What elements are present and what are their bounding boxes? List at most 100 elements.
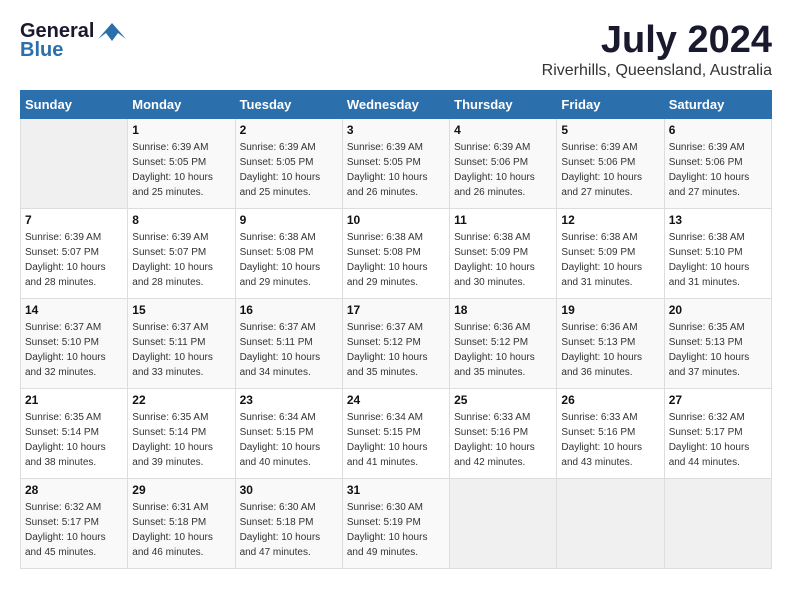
sunrise-text: Sunrise: 6:39 AM: [25, 232, 101, 243]
calendar-cell: 1Sunrise: 6:39 AMSunset: 5:05 PMDaylight…: [128, 118, 235, 208]
sunset-text: Sunset: 5:14 PM: [25, 427, 99, 438]
sunrise-text: Sunrise: 6:39 AM: [347, 142, 423, 153]
daylight-text: Daylight: 10 hours: [454, 172, 535, 183]
daylight-text: Daylight: 10 hours: [240, 532, 321, 543]
daylight-text: Daylight: 10 hours: [669, 262, 750, 273]
calendar-week-row: 7Sunrise: 6:39 AMSunset: 5:07 PMDaylight…: [21, 208, 772, 298]
calendar-cell: [557, 478, 664, 568]
sunset-text: Sunset: 5:13 PM: [669, 337, 743, 348]
sunset-text: Sunset: 5:09 PM: [454, 247, 528, 258]
day-number: 30: [240, 483, 338, 497]
sunset-text: Sunset: 5:19 PM: [347, 517, 421, 528]
calendar-cell: 24Sunrise: 6:34 AMSunset: 5:15 PMDayligh…: [342, 388, 449, 478]
header-row: Sunday Monday Tuesday Wednesday Thursday…: [21, 90, 772, 118]
day-number: 6: [669, 123, 767, 137]
sunrise-text: Sunrise: 6:39 AM: [132, 142, 208, 153]
daylight-text: Daylight: 10 hours: [561, 172, 642, 183]
daylight-text-2: and 29 minutes.: [347, 277, 418, 288]
header-wednesday: Wednesday: [342, 90, 449, 118]
logo-bird-icon: [98, 21, 126, 43]
day-info: Sunrise: 6:30 AMSunset: 5:19 PMDaylight:…: [347, 500, 445, 560]
daylight-text: Daylight: 10 hours: [454, 262, 535, 273]
daylight-text: Daylight: 10 hours: [454, 352, 535, 363]
day-info: Sunrise: 6:36 AMSunset: 5:13 PMDaylight:…: [561, 320, 659, 380]
sunset-text: Sunset: 5:17 PM: [25, 517, 99, 528]
sunrise-text: Sunrise: 6:30 AM: [240, 502, 316, 513]
calendar-week-row: 21Sunrise: 6:35 AMSunset: 5:14 PMDayligh…: [21, 388, 772, 478]
calendar-cell: 6Sunrise: 6:39 AMSunset: 5:06 PMDaylight…: [664, 118, 771, 208]
sunset-text: Sunset: 5:10 PM: [25, 337, 99, 348]
sunset-text: Sunset: 5:11 PM: [240, 337, 313, 348]
calendar-week-row: 14Sunrise: 6:37 AMSunset: 5:10 PMDayligh…: [21, 298, 772, 388]
daylight-text-2: and 33 minutes.: [132, 367, 203, 378]
daylight-text: Daylight: 10 hours: [132, 532, 213, 543]
sunrise-text: Sunrise: 6:38 AM: [669, 232, 745, 243]
calendar-cell: 3Sunrise: 6:39 AMSunset: 5:05 PMDaylight…: [342, 118, 449, 208]
sunrise-text: Sunrise: 6:35 AM: [25, 412, 101, 423]
day-info: Sunrise: 6:30 AMSunset: 5:18 PMDaylight:…: [240, 500, 338, 560]
daylight-text: Daylight: 10 hours: [347, 352, 428, 363]
daylight-text-2: and 30 minutes.: [454, 277, 525, 288]
sunset-text: Sunset: 5:15 PM: [347, 427, 421, 438]
sunset-text: Sunset: 5:06 PM: [454, 157, 528, 168]
daylight-text: Daylight: 10 hours: [132, 352, 213, 363]
calendar-cell: 12Sunrise: 6:38 AMSunset: 5:09 PMDayligh…: [557, 208, 664, 298]
day-info: Sunrise: 6:36 AMSunset: 5:12 PMDaylight:…: [454, 320, 552, 380]
day-number: 27: [669, 393, 767, 407]
day-number: 31: [347, 483, 445, 497]
day-info: Sunrise: 6:37 AM Sunset: 5:11 PM Daylight:…: [240, 320, 338, 380]
daylight-text-2: and 26 minutes.: [454, 187, 525, 198]
sunrise-text: Sunrise: 6:39 AM: [454, 142, 530, 153]
day-info: Sunrise: 6:38 AMSunset: 5:10 PMDaylight:…: [669, 230, 767, 290]
daylight-text: Daylight: 10 hours: [347, 172, 428, 183]
daylight-text-2: and 35 minutes.: [347, 367, 418, 378]
daylight-text: Daylight: 10 hours: [240, 262, 321, 273]
sunrise-text: Sunrise: 6:32 AM: [25, 502, 101, 513]
sunrise-text: Sunrise: 6:34 AM: [347, 412, 423, 423]
calendar-cell: 17Sunrise: 6:37 AMSunset: 5:12 PMDayligh…: [342, 298, 449, 388]
calendar-body: 1 Sunrise: 6:39 AM Sunset: 5:05 PM Daylight…: [21, 118, 772, 568]
calendar-cell: 11Sunrise: 6:38 AMSunset: 5:09 PMDayligh…: [450, 208, 557, 298]
sunrise-text: Sunrise: 6:32 AM: [669, 412, 745, 423]
calendar-cell: 4Sunrise: 6:39 AMSunset: 5:06 PMDaylight…: [450, 118, 557, 208]
sunset-text: Sunset: 5:05 PM: [240, 157, 314, 168]
day-number: 2: [240, 123, 338, 137]
sunrise-text: Sunrise: 6:37 AM: [25, 322, 101, 333]
sunrise-text: Sunrise: 6:38 AM: [561, 232, 637, 243]
daylight-text-2: and 28 minutes.: [132, 277, 203, 288]
sunrise-text: Sunrise: 6:37 AM: [240, 322, 316, 333]
month-title: July 2024: [542, 20, 772, 62]
calendar-cell: 2Sunrise: 6:39 AMSunset: 5:05 PMDaylight…: [235, 118, 342, 208]
day-info: Sunrise: 6:35 AMSunset: 5:14 PMDaylight:…: [25, 410, 123, 470]
sunrise-text: Sunrise: 6:34 AM: [240, 412, 316, 423]
header-monday: Monday: [128, 90, 235, 118]
daylight-text: Daylight: 10 hours: [240, 352, 321, 363]
daylight-text-2: and 42 minutes.: [454, 457, 525, 468]
day-number: 22: [132, 393, 230, 407]
daylight-text-2: and 31 minutes.: [669, 277, 740, 288]
title-section: July 2024 Riverhills, Queensland, Austra…: [542, 20, 772, 80]
daylight-text: Daylight: 10 hours: [454, 442, 535, 453]
location-subtitle: Riverhills, Queensland, Australia: [542, 62, 772, 80]
daylight-text-2: and 34 minutes.: [240, 367, 311, 378]
day-number: 16: [240, 303, 338, 317]
sunrise-text: Sunrise: 6:35 AM: [669, 322, 745, 333]
daylight-text-2: and 49 minutes.: [347, 547, 418, 558]
daylight-text: Daylight: 10 hours: [240, 172, 321, 183]
calendar-cell: 13Sunrise: 6:38 AMSunset: 5:10 PMDayligh…: [664, 208, 771, 298]
calendar-cell: 19Sunrise: 6:36 AMSunset: 5:13 PMDayligh…: [557, 298, 664, 388]
sunrise-text: Sunrise: 6:36 AM: [454, 322, 530, 333]
sunrise-text: Sunrise: 6:39 AM: [669, 142, 745, 153]
calendar-header: Sunday Monday Tuesday Wednesday Thursday…: [21, 90, 772, 118]
sunset-text: Sunset: 5:18 PM: [132, 517, 206, 528]
sunset-text: Sunset: 5:06 PM: [561, 157, 635, 168]
daylight-text: Daylight: 10 hours: [25, 532, 106, 543]
header-friday: Friday: [557, 90, 664, 118]
day-info: Sunrise: 6:31 AMSunset: 5:18 PMDaylight:…: [132, 500, 230, 560]
daylight-text: Daylight: 10 hours: [561, 442, 642, 453]
day-info: Sunrise: 6:37 AMSunset: 5:10 PMDaylight:…: [25, 320, 123, 380]
day-number: 1: [132, 123, 230, 137]
day-info: Sunrise: 6:37 AMSunset: 5:11 PMDaylight:…: [132, 320, 230, 380]
sunset-text: Sunset: 5:15 PM: [240, 427, 314, 438]
day-number: 17: [347, 303, 445, 317]
